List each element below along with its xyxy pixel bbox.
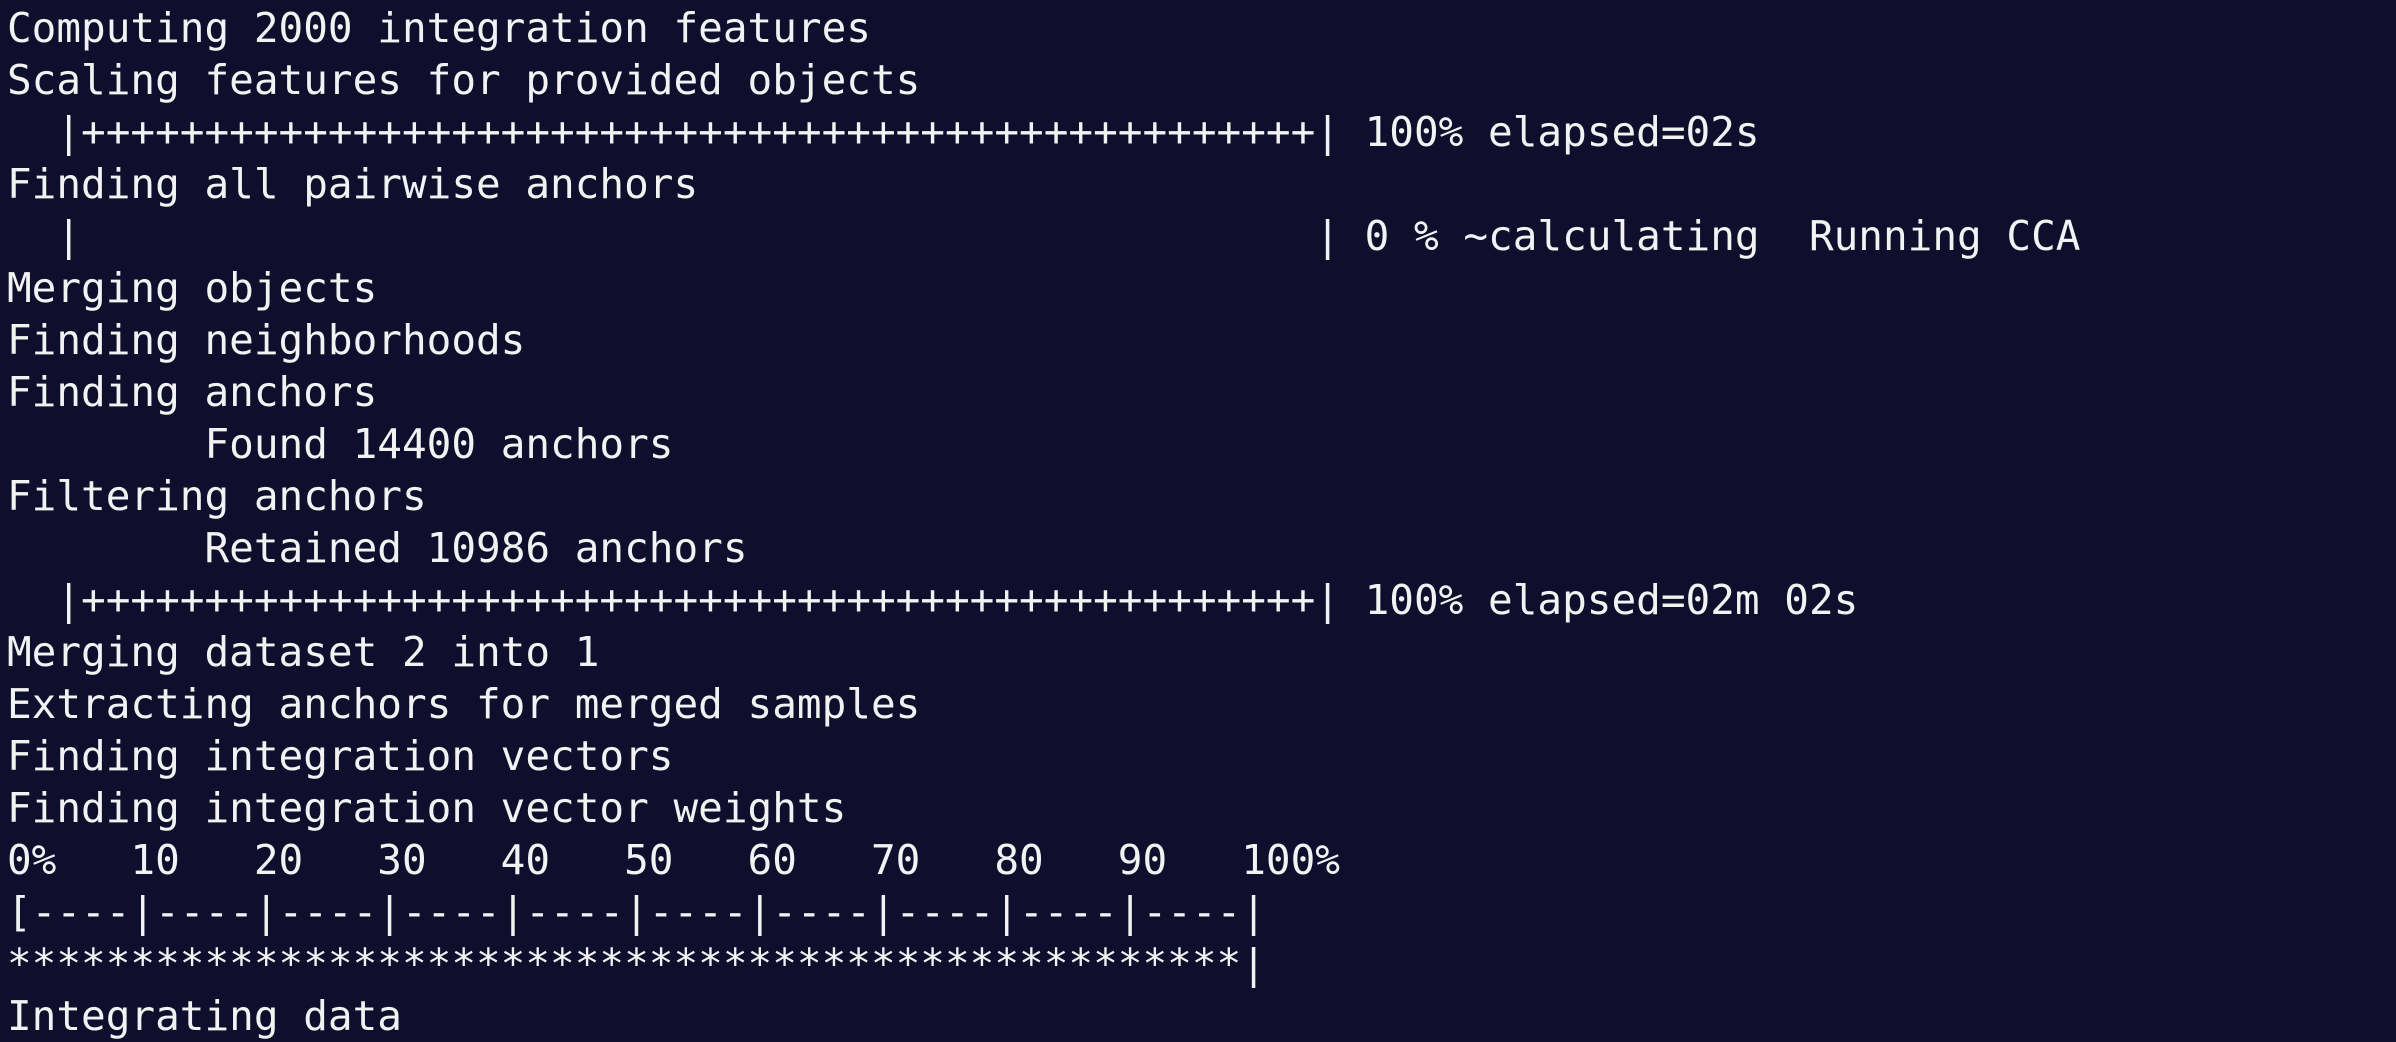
terminal-line: Extracting anchors for merged samples xyxy=(7,680,921,728)
progress-stars-bar: ****************************************… xyxy=(7,940,1266,988)
progress-scale-labels: 0% 10 20 30 40 50 60 70 80 90 100% xyxy=(7,836,1340,884)
terminal-line: Scaling features for provided objects xyxy=(7,56,921,104)
progress-bar-line: |+++++++++++++++++++++++++++++++++++++++… xyxy=(7,576,1859,624)
terminal-output[interactable]: Computing 2000 integration features Scal… xyxy=(0,0,2396,1040)
terminal-line: Finding integration vectors xyxy=(7,732,674,780)
terminal-line: Integrating data xyxy=(7,992,402,1040)
terminal-line: Finding all pairwise anchors xyxy=(7,160,699,208)
progress-bar-line: | | 0 % ~calculating Running CCA xyxy=(7,212,2081,260)
terminal-line-indented: Retained 10986 anchors xyxy=(7,524,748,572)
terminal-line-indented: Found 14400 anchors xyxy=(7,420,674,468)
terminal-line: Finding anchors xyxy=(7,368,378,416)
terminal-line: Merging objects xyxy=(7,264,378,312)
terminal-line: Merging dataset 2 into 1 xyxy=(7,628,600,676)
progress-bar-line: |+++++++++++++++++++++++++++++++++++++++… xyxy=(7,108,1760,156)
terminal-line: Finding integration vector weights xyxy=(7,784,847,832)
terminal-line: Finding neighborhoods xyxy=(7,316,526,364)
terminal-line: Computing 2000 integration features xyxy=(7,4,871,52)
progress-scale-ruler: [----|----|----|----|----|----|----|----… xyxy=(7,888,1266,936)
terminal-line: Filtering anchors xyxy=(7,472,427,520)
